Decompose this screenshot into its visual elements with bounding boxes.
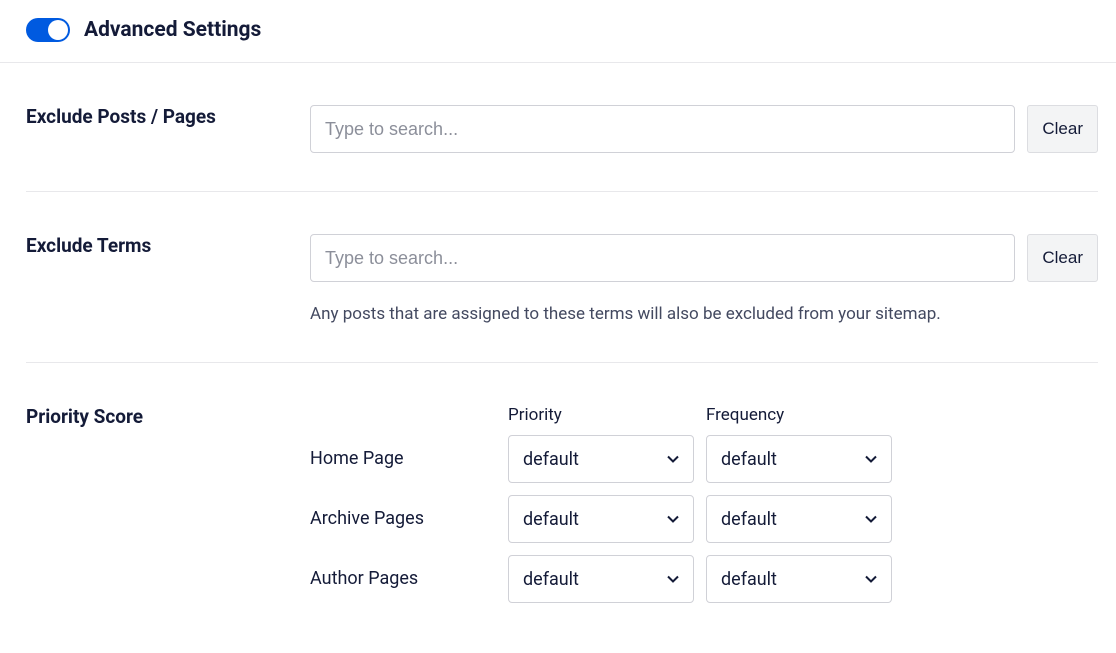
- priority-row-label: Archive Pages: [310, 495, 508, 543]
- exclude-posts-label: Exclude Posts / Pages: [26, 105, 310, 130]
- exclude-posts-input[interactable]: [310, 105, 1015, 153]
- section-title: Advanced Settings: [84, 18, 261, 42]
- chevron-down-icon: [863, 451, 879, 467]
- exclude-terms-hint: Any posts that are assigned to these ter…: [310, 304, 1098, 324]
- toggle-knob: [48, 20, 68, 40]
- archive-pages-frequency-select[interactable]: default: [706, 495, 892, 543]
- select-value: default: [721, 509, 777, 530]
- priority-row-author-pages: Author Pages default default: [310, 555, 1098, 603]
- priority-row-label: Author Pages: [310, 555, 508, 603]
- author-pages-frequency-select[interactable]: default: [706, 555, 892, 603]
- chevron-down-icon: [665, 571, 681, 587]
- home-page-frequency-select[interactable]: default: [706, 435, 892, 483]
- archive-pages-priority-select[interactable]: default: [508, 495, 694, 543]
- priority-row-home-page: Home Page default default: [310, 435, 1098, 483]
- author-pages-priority-select[interactable]: default: [508, 555, 694, 603]
- chevron-down-icon: [863, 511, 879, 527]
- exclude-terms-label: Exclude Terms: [26, 234, 310, 259]
- spacer: [310, 405, 508, 425]
- chevron-down-icon: [665, 511, 681, 527]
- home-page-priority-select[interactable]: default: [508, 435, 694, 483]
- priority-score-label: Priority Score: [26, 405, 310, 430]
- select-value: default: [523, 449, 579, 470]
- frequency-column-header: Frequency: [706, 405, 892, 425]
- priority-row-label: Home Page: [310, 435, 508, 483]
- chevron-down-icon: [863, 571, 879, 587]
- exclude-terms-clear-button[interactable]: Clear: [1027, 234, 1098, 282]
- exclude-posts-clear-button[interactable]: Clear: [1027, 105, 1098, 153]
- advanced-settings-toggle[interactable]: [26, 18, 70, 42]
- priority-row-archive-pages: Archive Pages default default: [310, 495, 1098, 543]
- select-value: default: [523, 509, 579, 530]
- chevron-down-icon: [665, 451, 681, 467]
- select-value: default: [721, 449, 777, 470]
- select-value: default: [721, 569, 777, 590]
- select-value: default: [523, 569, 579, 590]
- exclude-terms-input[interactable]: [310, 234, 1015, 282]
- priority-column-header: Priority: [508, 405, 694, 425]
